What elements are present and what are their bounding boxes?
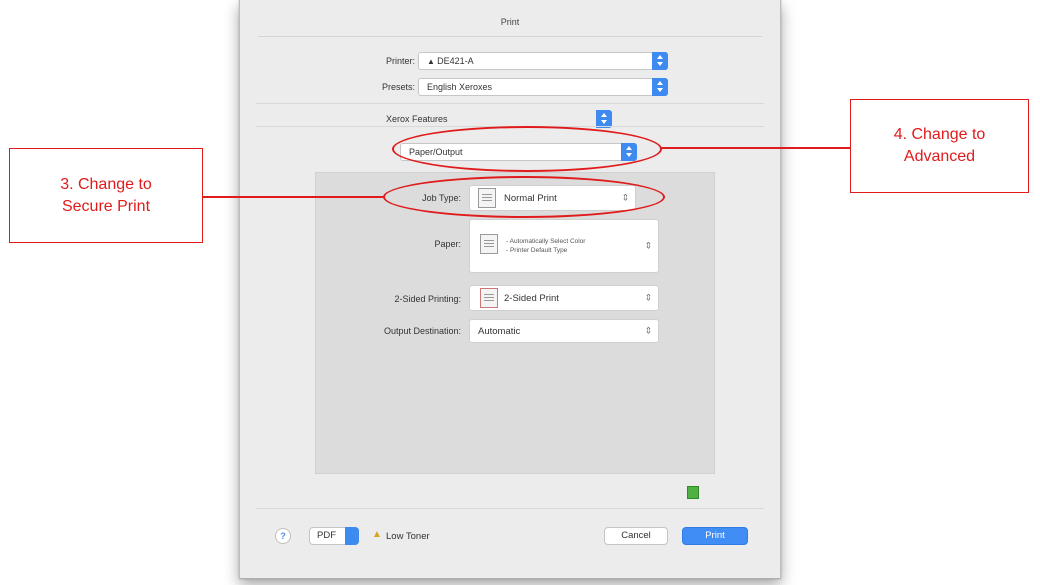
print-button[interactable]: Print <box>682 527 748 545</box>
output-label: Output Destination: <box>383 326 461 336</box>
annotation-line-right <box>661 147 851 149</box>
presets-value: English Xeroxes <box>427 82 493 92</box>
cancel-button[interactable]: Cancel <box>604 527 668 545</box>
help-button[interactable]: ? <box>275 528 291 544</box>
pdf-dropdown-icon <box>345 527 359 545</box>
callout-advanced: 4. Change to Advanced <box>850 99 1029 193</box>
status-green-icon <box>687 486 699 499</box>
output-value: Automatic <box>478 326 521 337</box>
duplex-icon <box>480 288 498 308</box>
warning-icon: ▲ <box>427 57 438 66</box>
sided-select[interactable]: 2-Sided Print ⇕ <box>469 285 659 311</box>
output-select[interactable]: Automatic ⇕ <box>469 319 659 343</box>
chevron-updown-icon: ⇕ <box>644 240 652 251</box>
paper-line1: - Automatically Select Color <box>506 238 586 245</box>
dialog-title: Print <box>258 8 762 37</box>
presets-select[interactable]: English Xeroxes <box>418 78 668 96</box>
callout-advanced-text: 4. Change to Advanced <box>893 126 986 165</box>
sided-label: 2-Sided Printing: <box>394 294 461 304</box>
features-value: Xerox Features <box>386 114 448 124</box>
printer-value: DE421-A <box>437 56 474 66</box>
paper-line2: - Printer Default Type <box>506 247 568 254</box>
separator <box>256 103 764 104</box>
annotation-ellipse-section <box>392 126 662 172</box>
print-dialog: Print Printer: ▲ DE421-A Presets: Englis… <box>239 0 781 579</box>
presets-label: Presets: <box>381 82 415 92</box>
callout-secure-print-text: 3. Change to Secure Print <box>60 175 152 215</box>
annotation-ellipse-job-type <box>383 176 665 218</box>
paper-label: Paper: <box>434 239 461 249</box>
paper-icon <box>480 234 498 254</box>
toner-status: Low Toner <box>386 531 430 542</box>
annotation-line-left <box>203 196 383 198</box>
paper-select[interactable]: - Automatically Select Color - Printer D… <box>469 219 659 273</box>
presets-stepper-icon <box>652 78 668 96</box>
pdf-label: PDF <box>317 530 336 541</box>
printer-stepper-icon <box>652 52 668 70</box>
toner-icon: ▲ <box>372 529 382 540</box>
chevron-updown-icon: ⇕ <box>644 292 652 303</box>
printer-select[interactable]: ▲ DE421-A <box>418 52 668 70</box>
printer-label: Printer: <box>385 56 415 66</box>
chevron-updown-icon: ⇕ <box>644 325 652 336</box>
pdf-menu-button[interactable]: PDF <box>309 527 359 545</box>
sided-value: 2-Sided Print <box>504 293 559 304</box>
callout-secure-print: 3. Change to Secure Print <box>9 148 203 243</box>
separator <box>256 508 764 509</box>
